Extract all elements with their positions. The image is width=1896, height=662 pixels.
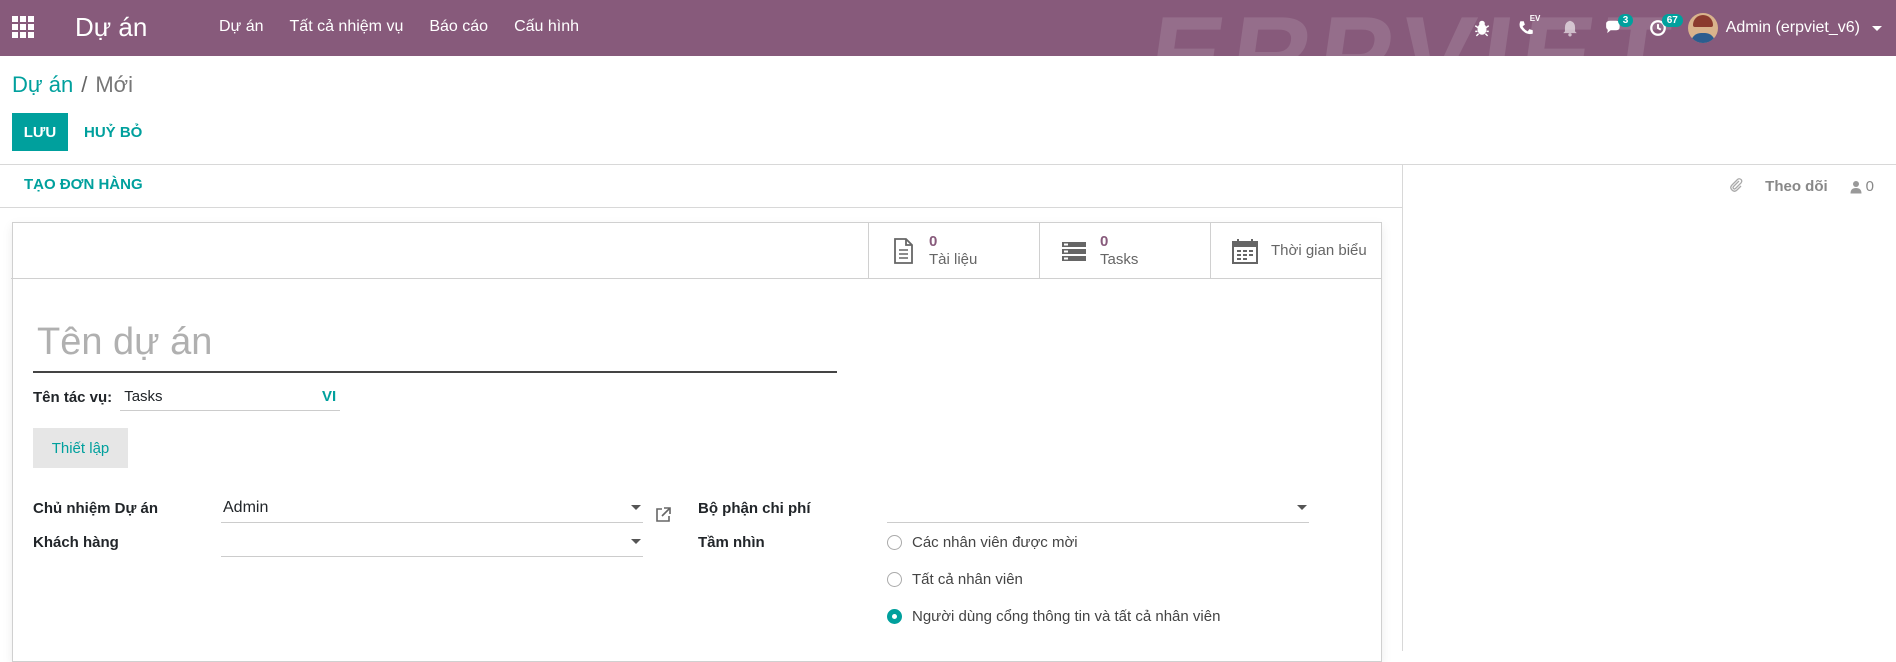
tasks-smart-button[interactable]: 0 Tasks <box>1039 223 1210 278</box>
app-title: Dự án <box>75 12 148 42</box>
form-statusbar: TẠO ĐƠN HÀNG <box>0 165 1402 208</box>
menu-item-configuration[interactable]: Cấu hình <box>514 18 579 36</box>
timesheet-label: Thời gian biểu <box>1271 242 1367 259</box>
customer-field[interactable] <box>221 527 643 557</box>
visibility-option-employees[interactable]: Tất cả nhân viên <box>887 571 1023 588</box>
breadcrumb-separator: / <box>81 72 88 97</box>
user-caret-icon <box>1872 25 1882 31</box>
radio-button[interactable] <box>887 535 902 550</box>
chatter-divider <box>1402 165 1403 651</box>
customer-label: Khách hàng <box>33 534 119 551</box>
activities-badge: 67 <box>1661 14 1683 27</box>
project-manager-field[interactable]: Admin <box>221 493 643 523</box>
task-name-label: Tên tác vụ: <box>33 388 113 406</box>
calendar-icon <box>1232 238 1258 264</box>
project-manager-dropdown-icon[interactable] <box>631 505 641 510</box>
user-menu[interactable]: Admin (erpviet_v6) <box>1680 13 1896 43</box>
top-navbar: ERPVIET Dự án Dự án Tất cả nhiệm vụ Báo … <box>0 0 1896 56</box>
messages-badge: 3 <box>1617 14 1634 27</box>
cost-center-field[interactable] <box>887 493 1309 523</box>
menu-item-all-tasks[interactable]: Tất cả nhiệm vụ <box>290 18 404 36</box>
messages-icon[interactable]: 3 <box>1592 0 1636 56</box>
project-name-input[interactable]: Tên dự án <box>33 315 837 373</box>
user-name: Admin (erpviet_v6) <box>1725 19 1860 36</box>
menu-item-projects[interactable]: Dự án <box>219 18 264 36</box>
systray: EV 3 67 Admin (erpviet_v6) <box>1460 0 1896 56</box>
visibility-option-label: Người dùng cổng thông tin và tất cả nhân… <box>912 608 1221 625</box>
document-icon <box>894 237 913 264</box>
external-link-icon[interactable] <box>654 506 672 524</box>
followers-button[interactable]: 0 <box>1850 178 1874 195</box>
task-name-value: Tasks <box>124 388 163 405</box>
activities-clock-icon[interactable]: 67 <box>1636 0 1683 56</box>
documents-smart-button[interactable]: 0 Tài liệu <box>868 223 1039 278</box>
setup-button[interactable]: Thiết lập <box>33 428 128 468</box>
debug-bug-icon[interactable] <box>1460 0 1504 56</box>
paperclip-icon[interactable] <box>1729 177 1743 197</box>
radio-button-checked[interactable] <box>887 609 902 624</box>
apps-menu-icon[interactable] <box>12 16 34 38</box>
bell-icon[interactable] <box>1548 0 1592 56</box>
follow-button[interactable]: Theo dõi <box>1765 178 1828 195</box>
discard-button[interactable]: HUỶ BỎ <box>84 113 142 151</box>
lang-badge: EV <box>1529 14 1541 23</box>
cost-center-label: Bộ phận chi phí <box>698 500 811 517</box>
save-button[interactable]: LƯU <box>12 113 68 151</box>
documents-label: Tài liệu <box>929 250 978 268</box>
visibility-option-portal[interactable]: Người dùng cổng thông tin và tất cả nhân… <box>887 608 1220 625</box>
phone-icon[interactable]: EV <box>1504 0 1548 56</box>
chatter-topbar: Theo dõi 0 <box>1403 165 1896 208</box>
user-avatar <box>1687 13 1718 43</box>
create-order-button[interactable]: TẠO ĐƠN HÀNG <box>24 176 143 193</box>
breadcrumb-parent[interactable]: Dự án <box>12 72 73 97</box>
documents-count: 0 <box>929 232 938 250</box>
tasks-list-icon <box>1062 241 1086 261</box>
visibility-label: Tầm nhìn <box>698 534 765 551</box>
menu-item-reporting[interactable]: Báo cáo <box>429 18 488 36</box>
task-name-input[interactable]: Tasks VI <box>120 383 341 411</box>
visibility-option-label: Các nhân viên được mời <box>912 534 1078 551</box>
project-manager-value: Admin <box>223 498 269 516</box>
breadcrumb-current: Mới <box>95 72 133 97</box>
task-name-row: Tên tác vụ: Tasks VI <box>33 383 341 411</box>
form-sheet: 0 Tài liệu 0 Tasks Thời gian biểu Tên dự… <box>11 222 1382 662</box>
tasks-count: 0 <box>1100 232 1109 250</box>
breadcrumb: Dự án / Mới <box>12 72 133 98</box>
followers-count: 0 <box>1865 178 1874 195</box>
visibility-option-invited[interactable]: Các nhân viên được mời <box>887 534 1078 551</box>
visibility-option-label: Tất cả nhân viên <box>912 571 1023 588</box>
timesheet-smart-button[interactable]: Thời gian biểu <box>1210 223 1381 278</box>
customer-dropdown-icon[interactable] <box>631 539 641 544</box>
project-manager-label: Chủ nhiệm Dự án <box>33 500 159 517</box>
smart-button-box: 0 Tài liệu 0 Tasks Thời gian biểu <box>11 223 1381 279</box>
cost-center-dropdown-icon[interactable] <box>1297 505 1307 510</box>
radio-button[interactable] <box>887 572 902 587</box>
tasks-label: Tasks <box>1100 250 1139 268</box>
main-menu: Dự án Tất cả nhiệm vụ Báo cáo Cấu hình <box>219 18 579 36</box>
user-icon <box>1850 180 1862 193</box>
translate-button[interactable]: VI <box>322 388 336 405</box>
